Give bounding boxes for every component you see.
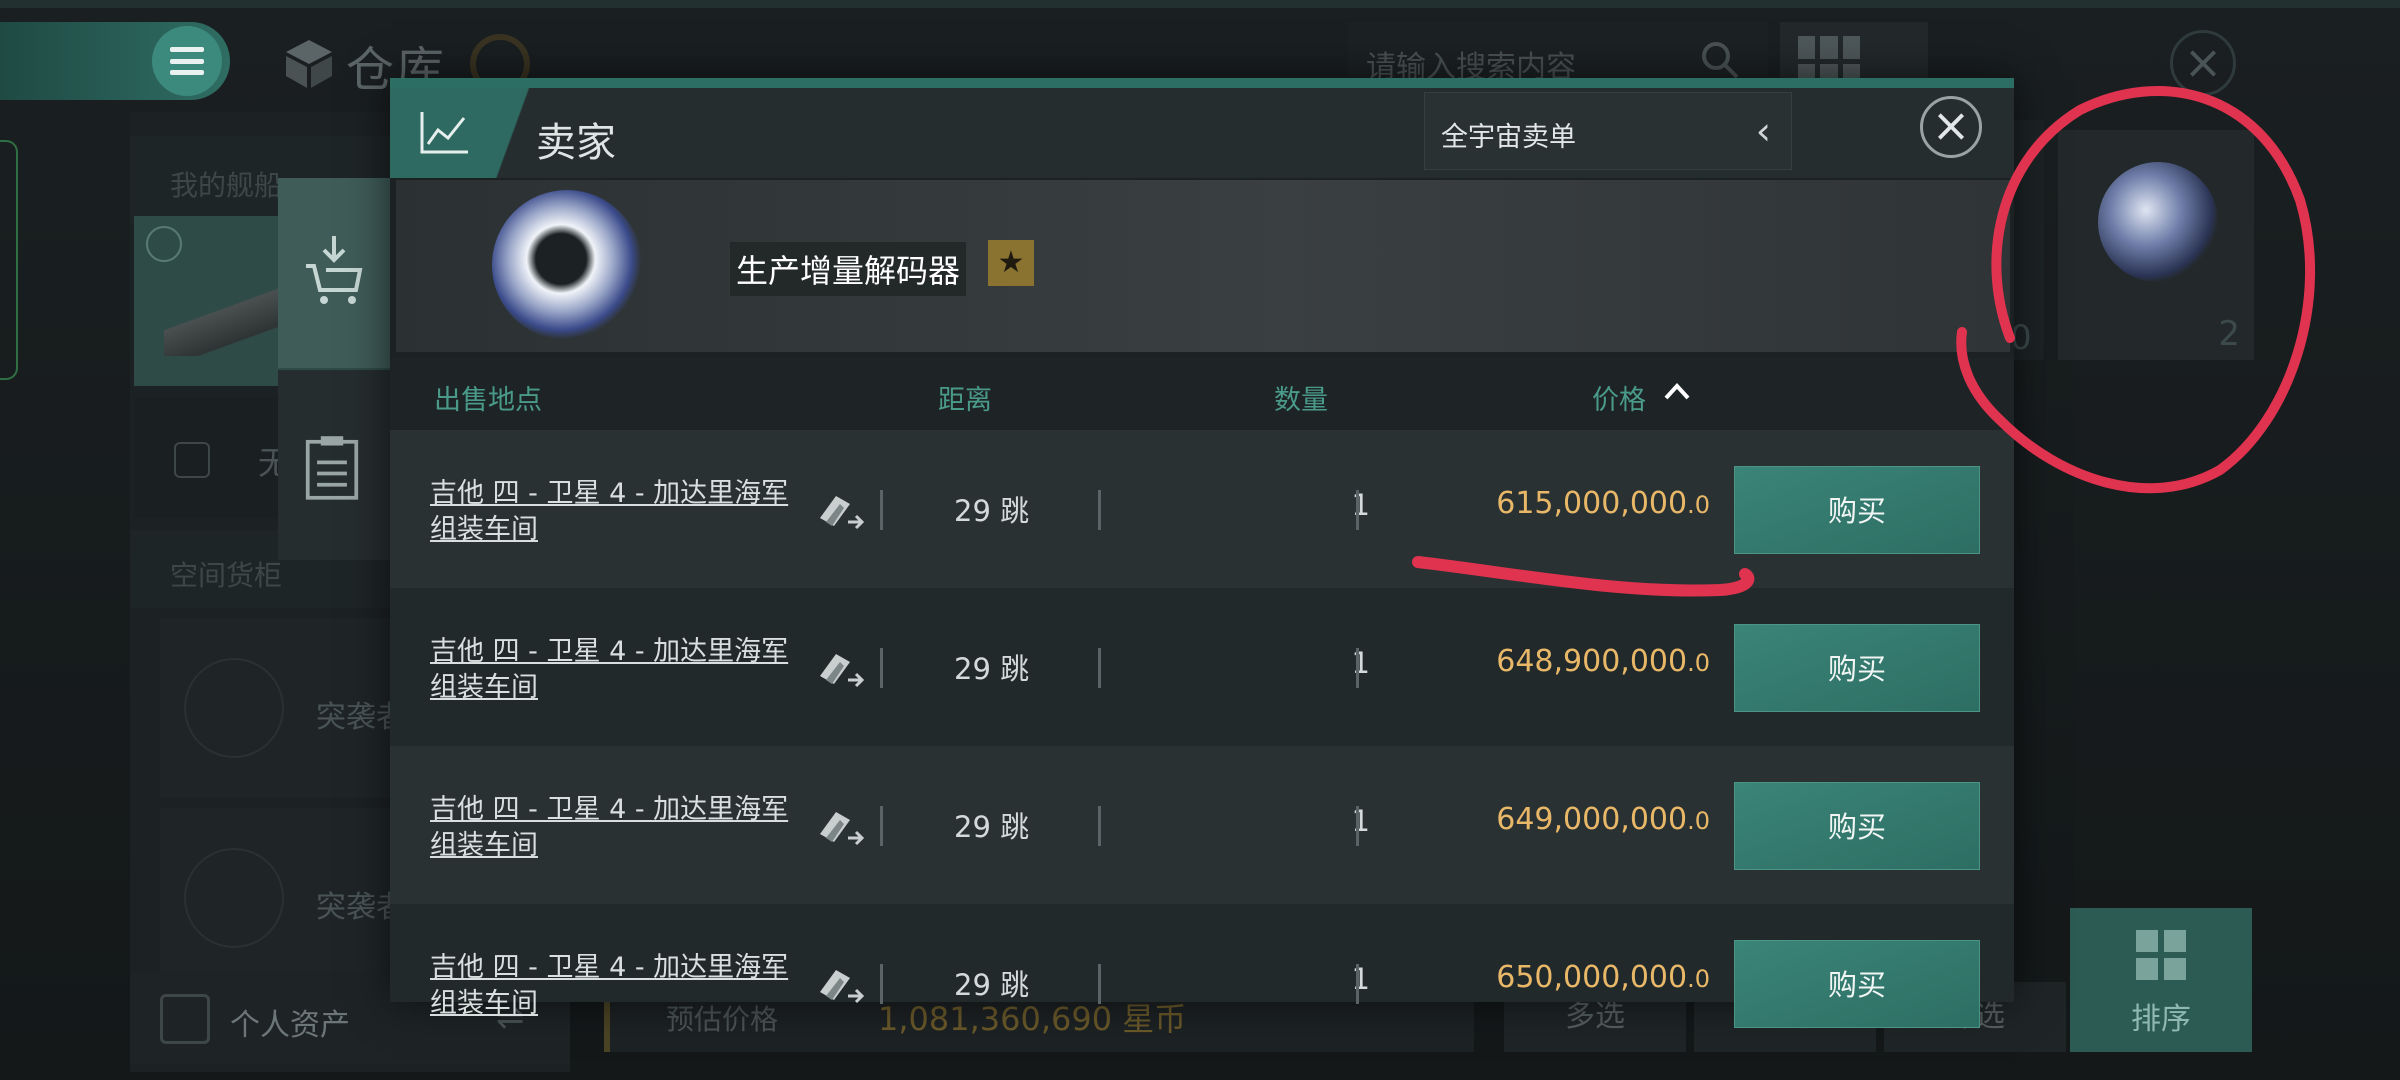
price-main: 648,900,000 bbox=[1496, 644, 1688, 679]
quantity-value: 1 bbox=[1351, 804, 1370, 838]
quantity-value: 1 bbox=[1351, 488, 1370, 522]
clipboard-icon bbox=[305, 436, 359, 500]
slot-ring-icon bbox=[184, 658, 284, 758]
buy-button[interactable]: 购买 bbox=[1734, 782, 1980, 870]
cart-download-icon bbox=[306, 236, 363, 304]
close-icon[interactable]: × bbox=[1920, 96, 1982, 158]
search-icon[interactable] bbox=[1700, 40, 1740, 80]
table-row: 吉他 四 - 卫星 4 - 加达里海军 组装车间 29 跳 1 648,900,000.… bbox=[390, 588, 2014, 746]
chart-icon bbox=[420, 112, 468, 154]
close-icon[interactable]: × bbox=[2170, 30, 2236, 96]
divider bbox=[1098, 806, 1101, 846]
table-row: 吉他 四 - 卫星 4 - 加达里海军 组装车间 29 跳 1 649,000,000.… bbox=[390, 746, 2014, 904]
sell-location[interactable]: 吉他 四 - 卫星 4 - 加达里海军 组装车间 bbox=[430, 792, 800, 864]
price-value: 650,000,000.0 bbox=[1410, 960, 1710, 995]
orders-tab[interactable] bbox=[278, 370, 390, 560]
col-distance[interactable]: 距离 bbox=[938, 378, 992, 417]
ship-transport-icon[interactable] bbox=[814, 804, 868, 850]
price-main: 615,000,000 bbox=[1496, 486, 1688, 521]
table-header: 出售地点 距离 数量 价格 bbox=[390, 358, 2014, 430]
col-quantity[interactable]: 数量 bbox=[1274, 378, 1328, 417]
chevron-left-icon: ‹ bbox=[1755, 109, 1771, 153]
divider bbox=[1356, 806, 1359, 846]
divider bbox=[1356, 648, 1359, 688]
warehouse-icon bbox=[286, 40, 332, 88]
sort-asc-icon[interactable] bbox=[1662, 376, 1692, 406]
location-line-2: 组装车间 bbox=[430, 988, 538, 1019]
decoder-item-icon[interactable] bbox=[492, 190, 642, 340]
sell-location[interactable]: 吉他 四 - 卫星 4 - 加达里海军 组装车间 bbox=[430, 476, 800, 548]
price-main: 649,000,000 bbox=[1496, 802, 1688, 837]
collapse-icon bbox=[146, 226, 182, 262]
location-line-1: 吉他 四 - 卫星 4 - 加达里海军 bbox=[430, 478, 789, 509]
distance-value: 29 跳 bbox=[954, 968, 1030, 1002]
ship-slot-icon bbox=[174, 442, 210, 478]
divider bbox=[880, 648, 883, 688]
divider bbox=[1098, 648, 1101, 688]
divider bbox=[880, 806, 883, 846]
slot-ring-icon bbox=[184, 848, 284, 948]
price-value: 649,000,000.0 bbox=[1410, 802, 1710, 837]
chart-tab[interactable] bbox=[390, 88, 530, 178]
buy-button[interactable]: 购买 bbox=[1734, 466, 1980, 554]
divider bbox=[1356, 490, 1359, 530]
distance-value: 29 跳 bbox=[954, 652, 1030, 686]
left-edge-tab[interactable] bbox=[0, 140, 18, 380]
buy-button[interactable]: 购买 bbox=[1734, 624, 1980, 712]
region-select[interactable]: 全宇宙卖单 ‹ bbox=[1424, 92, 1792, 170]
item-name: 生产增量解码器 bbox=[730, 242, 967, 296]
location-line-1: 吉他 四 - 卫星 4 - 加达里海军 bbox=[430, 794, 789, 825]
decoder-item-icon bbox=[2098, 162, 2218, 282]
divider bbox=[1098, 490, 1101, 530]
price-decimal: .0 bbox=[1687, 965, 1710, 993]
distance-value: 29 跳 bbox=[954, 810, 1030, 844]
location-line-1: 吉他 四 - 卫星 4 - 加达里海军 bbox=[430, 952, 789, 983]
menu-button[interactable] bbox=[152, 26, 222, 96]
distance-value: 29 跳 bbox=[954, 494, 1030, 528]
cart-tab[interactable] bbox=[278, 178, 390, 368]
divider bbox=[880, 490, 883, 530]
price-value: 615,000,000.0 bbox=[1410, 486, 1710, 521]
dialog-title: 卖家 bbox=[536, 120, 616, 166]
location-line-2: 组装车间 bbox=[430, 830, 538, 861]
price-decimal: .0 bbox=[1687, 807, 1710, 835]
col-location: 出售地点 bbox=[434, 385, 542, 416]
buy-button[interactable]: 购买 bbox=[1734, 940, 1980, 1028]
divider bbox=[1098, 964, 1101, 1004]
location-line-1: 吉他 四 - 卫星 4 - 加达里海军 bbox=[430, 636, 789, 667]
top-accent-line bbox=[0, 0, 2400, 8]
sell-location[interactable]: 吉他 四 - 卫星 4 - 加达里海军 组装车间 bbox=[430, 950, 800, 1022]
sellers-dialog: 卖家 全宇宙卖单 ‹ × 生产增量解码器 ★ 出售地点 距离 数量 价格 吉他 … bbox=[390, 78, 2014, 1028]
table-row: 吉他 四 - 卫星 4 - 加达里海军 组装车间 29 跳 1 615,000,000.… bbox=[390, 430, 2014, 588]
sort-icon bbox=[2136, 930, 2186, 980]
ship-transport-icon[interactable] bbox=[814, 488, 868, 534]
price-decimal: .0 bbox=[1687, 649, 1710, 677]
divider bbox=[1356, 964, 1359, 1004]
sort-label: 排序 bbox=[2131, 1002, 2191, 1037]
item-thumbnail-card[interactable]: 2 bbox=[2058, 130, 2254, 360]
quantity-value: 1 bbox=[1351, 962, 1370, 996]
assets-label: 个人资产 bbox=[230, 1008, 350, 1043]
sell-location[interactable]: 吉他 四 - 卫星 4 - 加达里海军 组装车间 bbox=[430, 634, 800, 706]
price-main: 650,000,000 bbox=[1496, 960, 1688, 995]
price-value: 648,900,000.0 bbox=[1410, 644, 1710, 679]
col-price[interactable]: 价格 bbox=[1592, 378, 1646, 417]
table-row: 吉他 四 - 卫星 4 - 加达里海军 组装车间 29 跳 1 650,000,000.… bbox=[390, 904, 2014, 1028]
menu-icon bbox=[170, 47, 204, 75]
region-select-value: 全宇宙卖单 bbox=[1441, 122, 1576, 153]
sort-button[interactable]: 排序 bbox=[2070, 908, 2252, 1052]
item-count: 2 bbox=[2218, 314, 2240, 354]
item-banner: 生产增量解码器 ★ bbox=[396, 180, 2010, 352]
divider bbox=[880, 964, 883, 1004]
ship-transport-icon[interactable] bbox=[814, 962, 868, 1008]
quantity-value: 1 bbox=[1351, 646, 1370, 680]
ship-transport-icon[interactable] bbox=[814, 646, 868, 692]
dialog-top-line bbox=[390, 78, 2014, 88]
star-icon: ★ bbox=[988, 240, 1034, 286]
location-line-2: 组装车间 bbox=[430, 514, 538, 545]
dialog-header: 卖家 全宇宙卖单 ‹ × bbox=[390, 88, 2014, 178]
price-decimal: .0 bbox=[1687, 491, 1710, 519]
safe-icon bbox=[160, 994, 210, 1044]
location-line-2: 组装车间 bbox=[430, 672, 538, 703]
